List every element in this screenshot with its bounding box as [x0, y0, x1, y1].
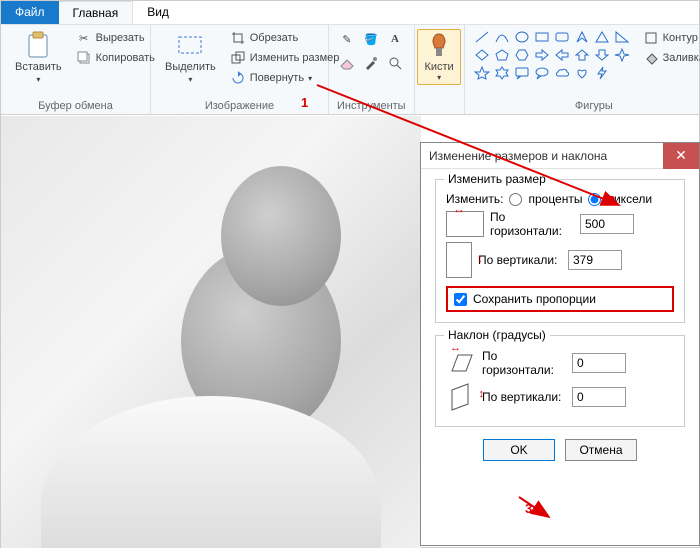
height-input[interactable] — [568, 250, 622, 270]
clipboard-icon — [24, 31, 52, 59]
shape-rect-icon[interactable] — [533, 29, 551, 45]
keep-aspect-highlight: Сохранить пропорции — [446, 286, 674, 312]
brushes-button[interactable]: Кисти ▾ — [417, 29, 460, 85]
shape-rtriangle-icon[interactable] — [613, 29, 631, 45]
shape-lightning-icon[interactable] — [593, 65, 611, 81]
eraser-tool[interactable] — [337, 53, 357, 73]
shape-arrow-u-icon[interactable] — [573, 47, 591, 63]
ribbon: Вставить ▾ ✂ Вырезать Копировать — [1, 25, 699, 115]
shape-callout-rect-icon[interactable] — [513, 65, 531, 81]
radio-percent[interactable] — [509, 193, 522, 206]
shape-fill-button[interactable]: Заливка▾ — [641, 49, 700, 67]
shape-arrow-l-icon[interactable] — [553, 47, 571, 63]
resize-button[interactable]: Изменить размер — [228, 49, 342, 67]
text-tool[interactable]: A — [385, 29, 405, 49]
resize-dialog: Изменение размеров и наклона ✕ Изменить … — [420, 142, 700, 546]
select-icon — [176, 31, 204, 59]
shape-star6-icon[interactable] — [493, 65, 511, 81]
shape-star4-icon[interactable] — [613, 47, 631, 63]
resize-legend: Изменить размер — [444, 172, 550, 186]
shape-diamond-icon[interactable] — [473, 47, 491, 63]
group-title-clipboard: Буфер обмена — [9, 98, 142, 112]
radio-percent-label[interactable]: проценты — [528, 192, 582, 206]
annotation-2: 2 — [608, 193, 615, 208]
skew-h-icon: ↔ — [446, 348, 476, 378]
skew-legend: Наклон (градусы) — [444, 328, 550, 342]
tabs-bar: Файл Главная Вид — [1, 1, 699, 25]
select-button[interactable]: Выделить ▾ — [159, 29, 222, 86]
group-title-image: Изображение — [159, 98, 320, 112]
cut-button[interactable]: ✂ Вырезать — [74, 29, 157, 47]
shape-polygon-icon[interactable] — [573, 29, 591, 45]
copy-icon — [76, 50, 92, 66]
shape-hexagon-icon[interactable] — [513, 47, 531, 63]
dropdown-arrow-icon: ▾ — [308, 74, 312, 83]
shape-arrow-d-icon[interactable] — [593, 47, 611, 63]
close-icon: ✕ — [675, 147, 687, 164]
vertical-label: По вертикали: — [478, 253, 562, 267]
skew-v-icon: ↕ — [446, 382, 476, 412]
shape-line-icon[interactable] — [473, 29, 491, 45]
dialog-title: Изменение размеров и наклона — [421, 149, 663, 163]
horizontal-label: По горизонтали: — [490, 210, 574, 238]
group-title-shapes: Фигуры — [473, 98, 700, 112]
shape-outline-button[interactable]: Контур▾ — [641, 29, 700, 47]
resize-icon — [230, 50, 246, 66]
shape-oval-icon[interactable] — [513, 29, 531, 45]
skew-h-label: По горизонтали: — [482, 349, 566, 377]
dialog-close-button[interactable]: ✕ — [663, 143, 699, 169]
dropdown-arrow-icon: ▾ — [36, 75, 40, 84]
brush-icon — [427, 32, 451, 61]
rotate-button[interactable]: Повернуть ▾ — [228, 69, 342, 87]
tab-home[interactable]: Главная — [59, 1, 134, 24]
shape-heart-icon[interactable] — [573, 65, 591, 81]
rotate-icon — [230, 70, 246, 86]
crop-icon — [230, 30, 246, 46]
skew-v-input[interactable] — [572, 387, 626, 407]
shape-pentagon-icon[interactable] — [493, 47, 511, 63]
shapes-gallery[interactable] — [473, 29, 631, 81]
shape-star5-icon[interactable] — [473, 65, 491, 81]
skew-h-input[interactable] — [572, 353, 626, 373]
canvas-area[interactable] — [1, 116, 421, 548]
fill-tool[interactable]: 🪣 — [361, 29, 381, 49]
crop-button[interactable]: Обрезать — [228, 29, 342, 47]
shape-curve-icon[interactable] — [493, 29, 511, 45]
shape-arrow-r-icon[interactable] — [533, 47, 551, 63]
width-input[interactable] — [580, 214, 634, 234]
shape-callout-oval-icon[interactable] — [533, 65, 551, 81]
shape-roundrect-icon[interactable] — [553, 29, 571, 45]
scissors-icon: ✂ — [76, 30, 92, 46]
ok-button[interactable]: OK — [483, 439, 555, 461]
vertical-icon: ↕ — [446, 242, 472, 278]
skew-v-label: По вертикали: — [482, 390, 566, 404]
shape-callout-cloud-icon[interactable] — [553, 65, 571, 81]
horizontal-icon: ↔ — [446, 211, 484, 237]
radio-pixels[interactable] — [588, 193, 601, 206]
dropdown-arrow-icon: ▾ — [188, 75, 192, 84]
paste-label: Вставить — [15, 61, 62, 73]
annotation-3: 3 — [525, 501, 532, 516]
fill-icon — [643, 50, 659, 66]
keep-aspect-label[interactable]: Сохранить пропорции — [473, 292, 596, 306]
picker-tool[interactable] — [361, 53, 381, 73]
group-title-tools: Инструменты — [337, 98, 406, 112]
shape-triangle-icon[interactable] — [593, 29, 611, 45]
tab-file[interactable]: Файл — [1, 1, 59, 24]
paste-button[interactable]: Вставить ▾ — [9, 29, 68, 86]
copy-button[interactable]: Копировать — [74, 49, 157, 67]
tab-view[interactable]: Вид — [133, 1, 183, 24]
dropdown-arrow-icon: ▾ — [437, 73, 441, 82]
magnifier-tool[interactable] — [385, 53, 405, 73]
annotation-1: 1 — [301, 95, 308, 110]
cancel-button[interactable]: Отмена — [565, 439, 637, 461]
pencil-tool[interactable]: ✎ — [337, 29, 357, 49]
keep-aspect-checkbox[interactable] — [454, 293, 467, 306]
outline-icon — [643, 30, 659, 46]
